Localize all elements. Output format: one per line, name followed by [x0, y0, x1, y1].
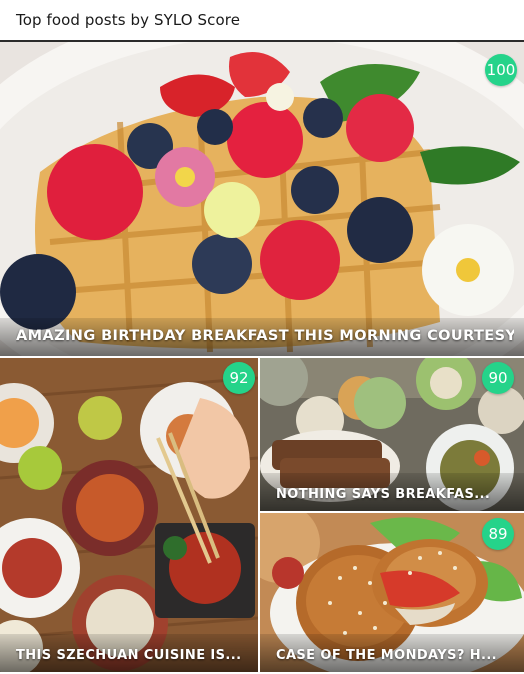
sylo-score-badge: 90	[482, 362, 514, 394]
page-title: Top food posts by SYLO Score	[16, 11, 241, 29]
post-image-szechuan	[0, 358, 258, 672]
sylo-score-badge: 92	[223, 362, 255, 394]
post-caption: THIS SZECHUAN CUISINE IS...	[16, 648, 242, 663]
post-caption: NOTHING SAYS BREAKFAS...	[276, 487, 491, 502]
post-tile-4[interactable]: CASE OF THE MONDAYS? H... 89	[260, 513, 524, 672]
post-tile-3[interactable]: NOTHING SAYS BREAKFAS... 90	[260, 358, 524, 511]
page-header: Top food posts by SYLO Score	[0, 0, 524, 42]
post-tile-1[interactable]: AMAZING BIRTHDAY BREAKFAST THIS MORNING …	[0, 42, 524, 356]
post-caption: AMAZING BIRTHDAY BREAKFAST THIS MORNING …	[16, 328, 514, 344]
sylo-score-badge: 100	[485, 54, 517, 86]
post-caption: CASE OF THE MONDAYS? H...	[276, 648, 497, 663]
sylo-score-badge: 89	[482, 518, 514, 550]
post-image-waffle	[0, 42, 524, 356]
post-tile-2[interactable]: THIS SZECHUAN CUISINE IS... 92	[0, 358, 258, 672]
